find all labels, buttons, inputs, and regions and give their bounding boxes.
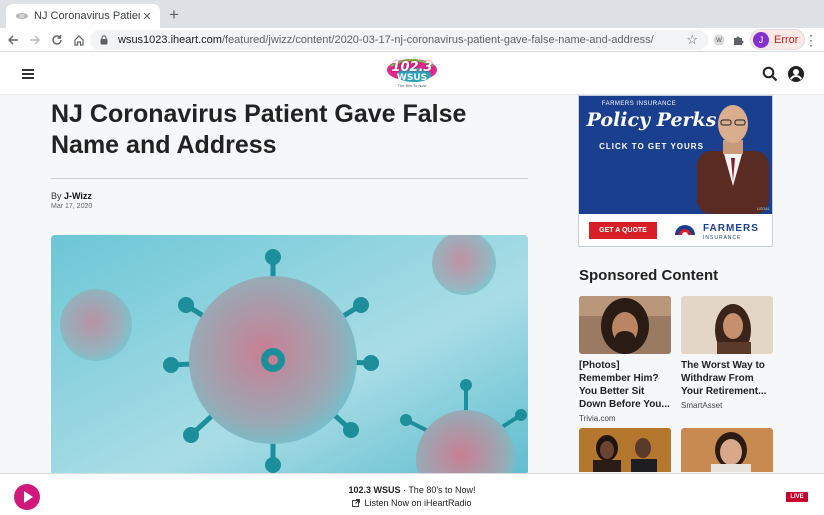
tab-close-icon[interactable]: ✕ [140, 10, 154, 23]
profile-button[interactable]: J Error [750, 29, 806, 50]
sponsored-title[interactable]: The Worst Way to Withdraw From Your Reti… [681, 359, 773, 398]
station-name: 102.3 WSUS [348, 485, 401, 495]
sponsored-title[interactable]: [Photos] Remember Him? You Better Sit Do… [579, 359, 671, 411]
address-bar[interactable]: wsus1023.iheart.com/featured/jwizz/conte… [90, 30, 708, 50]
page-content: NJ Coronavirus Patient Gave False Name a… [0, 95, 824, 473]
sponsored-card[interactable]: [Photos] Remember Him? You Better Sit Do… [579, 296, 671, 423]
account-icon[interactable] [787, 65, 805, 83]
search-icon[interactable] [762, 66, 778, 82]
puzzle-icon[interactable] [729, 31, 747, 49]
byline-prefix: By [51, 191, 65, 201]
sponsored-source: SmartAsset [681, 401, 723, 410]
url-host: wsus1023.iheart.com [118, 34, 222, 46]
ad-spokesperson-image [697, 105, 769, 214]
radio-player-bar: 102.3 WSUS · The 80's to Now! Listen Now… [0, 473, 824, 515]
site-header: 102.3 WSUS The 80s To Now [0, 53, 824, 95]
svg-text:W: W [716, 38, 722, 44]
sponsored-source: Trivia.com [579, 414, 616, 423]
sponsored-card[interactable] [579, 428, 671, 472]
article-hero-image [51, 235, 528, 473]
external-link-icon [352, 499, 361, 507]
ad-brand: FARMERS [703, 223, 759, 234]
hamburger-menu-icon[interactable] [22, 69, 34, 79]
tab-title: NJ Coronavirus Patient Gave F [34, 10, 140, 22]
sponsored-image[interactable] [681, 296, 773, 354]
farmers-emblem-icon [675, 225, 695, 235]
headline-divider [51, 178, 528, 179]
url-path: /featured/jwizz/content/2020-03-17-nj-co… [221, 34, 654, 46]
byline: By J-Wizz [51, 191, 92, 201]
menu-kebab-icon[interactable]: ⋮ [804, 32, 818, 49]
home-icon[interactable] [68, 29, 90, 51]
forward-icon[interactable] [24, 29, 46, 51]
listen-link[interactable]: Listen Now on iHeartRadio [0, 498, 824, 508]
avatar: J [753, 31, 769, 48]
url-text: wsus1023.iheart.com/featured/jwizz/conte… [118, 34, 654, 46]
svg-text:W: W [20, 14, 25, 20]
browser-toolbar: wsus1023.iheart.com/featured/jwizz/conte… [0, 28, 824, 52]
reload-icon[interactable] [46, 29, 68, 51]
sponsored-image[interactable] [579, 296, 671, 354]
ad-brand-sub: INSURANCE [703, 235, 742, 241]
browser-tabstrip: W NJ Coronavirus Patient Gave F ✕ + [0, 0, 824, 28]
get-quote-button[interactable]: GET A QUOTE [589, 222, 657, 239]
browser-tab[interactable]: W NJ Coronavirus Patient Gave F ✕ [6, 4, 160, 28]
sponsored-heading: Sponsored Content [579, 267, 719, 284]
ad-legal[interactable]: LEGAL [757, 206, 770, 211]
article-date: Mar 17, 2020 [51, 203, 93, 210]
station-logo[interactable]: 102.3 WSUS The 80s To Now [385, 56, 439, 90]
listen-label[interactable]: Listen Now on iHeartRadio [364, 498, 471, 508]
farmers-ad[interactable]: FARMERS INSURANCE Policy Perks CLICK TO … [578, 95, 773, 247]
new-tab-button[interactable]: + [165, 6, 183, 24]
sponsored-card[interactable]: The Worst Way to Withdraw From Your Reti… [681, 296, 773, 410]
sponsored-image[interactable] [579, 428, 671, 472]
site-favicon-icon: W [16, 11, 28, 21]
live-badge: LIVE [786, 492, 808, 502]
lock-icon[interactable] [100, 34, 110, 46]
logo-tagline: The 80s To Now [397, 83, 427, 88]
now-playing: 102.3 WSUS · The 80's to Now! [0, 485, 824, 495]
ad-banner: FARMERS INSURANCE Policy Perks CLICK TO … [579, 96, 772, 214]
extension-icon[interactable]: W [710, 31, 728, 49]
back-icon[interactable] [2, 29, 24, 51]
logo-call-letters: WSUS [396, 73, 428, 83]
star-icon[interactable]: ☆ [686, 32, 698, 48]
sponsored-card[interactable] [681, 428, 773, 472]
profile-error-label: Error [774, 33, 799, 46]
station-slogan: The 80's to Now! [408, 485, 476, 495]
sponsored-image[interactable] [681, 428, 773, 472]
article-headline: NJ Coronavirus Patient Gave False Name a… [51, 100, 467, 159]
author-link[interactable]: J-Wizz [64, 191, 92, 201]
